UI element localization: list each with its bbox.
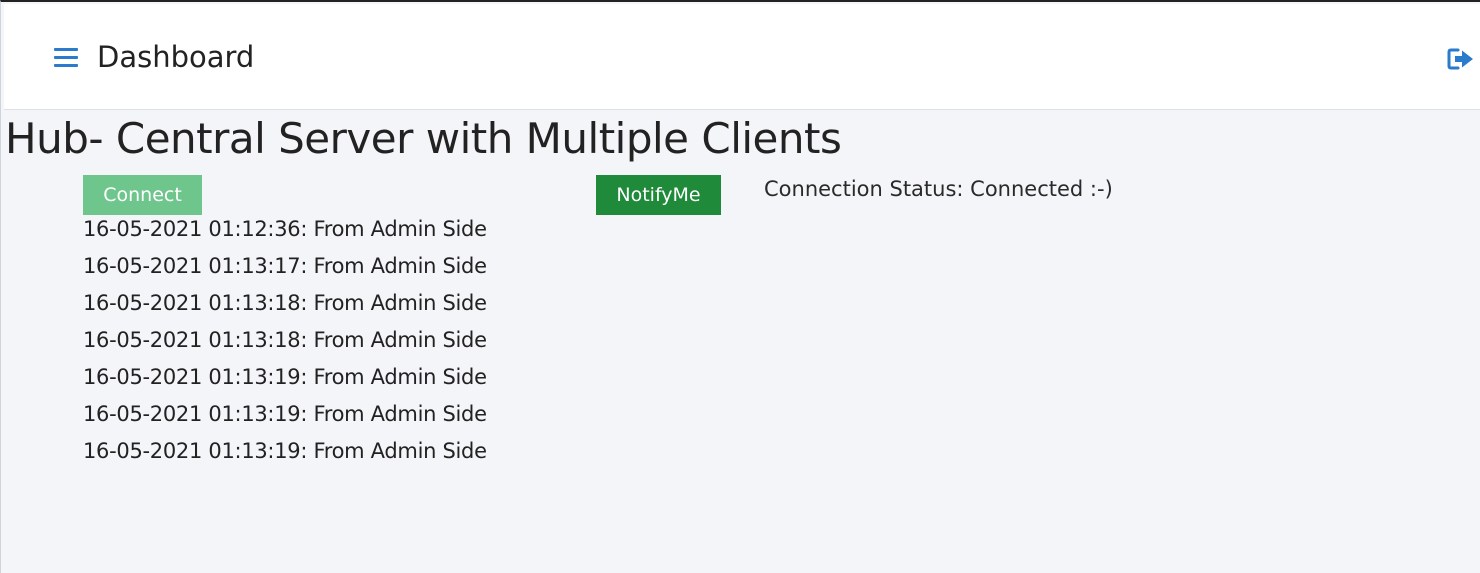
message-item: 16-05-2021 01:13:19: From Admin Side [83, 439, 487, 463]
page-title: Hub- Central Server with Multiple Client… [5, 114, 842, 163]
message-item: 16-05-2021 01:13:18: From Admin Side [83, 291, 487, 315]
message-item: 16-05-2021 01:13:18: From Admin Side [83, 328, 487, 352]
message-list: 16-05-2021 01:12:36: From Admin Side 16-… [83, 211, 487, 470]
connect-button[interactable]: Connect [83, 175, 202, 215]
top-navbar: Dashboard [4, 4, 1480, 110]
notify-me-button[interactable]: NotifyMe [596, 175, 721, 215]
app-title: Dashboard [97, 40, 255, 74]
message-item: 16-05-2021 01:13:17: From Admin Side [83, 254, 487, 278]
sign-out-icon[interactable] [1447, 47, 1475, 71]
connection-status: Connection Status: Connected :-) [764, 177, 1113, 201]
message-item: 16-05-2021 01:12:36: From Admin Side [83, 217, 487, 241]
hamburger-menu-icon[interactable] [54, 48, 78, 68]
message-item: 16-05-2021 01:13:19: From Admin Side [83, 365, 487, 389]
message-item: 16-05-2021 01:13:19: From Admin Side [83, 402, 487, 426]
